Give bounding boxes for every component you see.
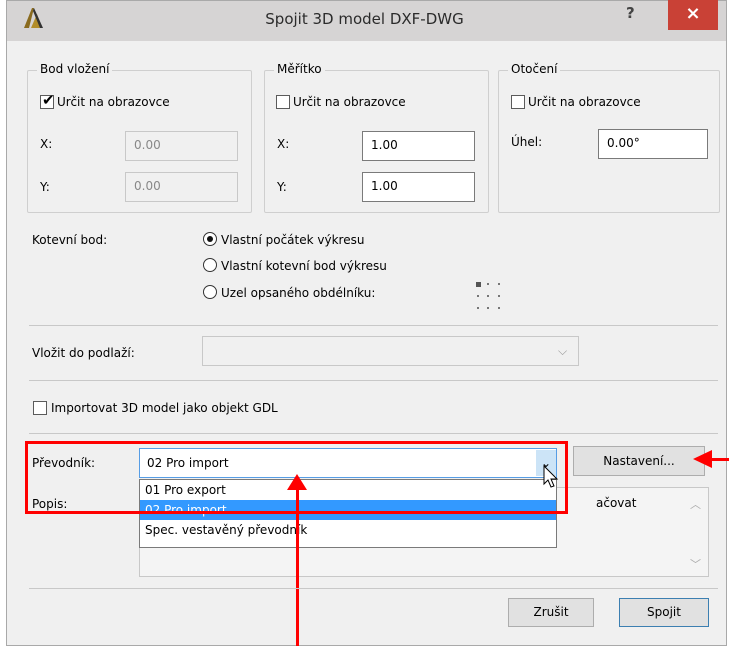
insertion-x-field[interactable]: 0.00 <box>125 131 238 161</box>
scale-checkbox-label[interactable]: Určit na obrazovce <box>293 95 406 109</box>
anchor-radio-origin[interactable] <box>203 232 217 246</box>
insertion-y-label: Y: <box>40 180 50 194</box>
separator <box>29 433 718 434</box>
separator <box>29 380 718 381</box>
scale-checkbox[interactable] <box>276 95 290 109</box>
insertion-point-checkbox-label[interactable]: Určit na obrazovce <box>57 95 170 109</box>
arrow-left-icon <box>693 450 712 468</box>
node-dot <box>498 295 500 297</box>
node-dot <box>487 283 489 285</box>
anchor-option-anchor-point[interactable]: Vlastní kotevní bod výkresu <box>221 259 387 273</box>
separator <box>29 588 718 589</box>
window-title: Spojit 3D model DXF-DWG <box>265 10 464 28</box>
anchor-option-bounding-node[interactable]: Uzel opsaného obdélníku: <box>221 286 375 300</box>
node-dot <box>487 307 489 309</box>
node-dot <box>477 307 479 309</box>
scale-legend: Měřítko <box>274 62 325 76</box>
anchor-label: Kotevní bod: <box>32 233 108 247</box>
merge-button[interactable]: Spojit <box>619 598 709 627</box>
close-button[interactable]: × <box>668 0 718 30</box>
insertion-y-field[interactable]: 0.00 <box>125 172 238 202</box>
scale-x-field[interactable]: 1.00 <box>362 131 475 161</box>
scroll-down-icon[interactable]: ﹀ <box>690 556 701 572</box>
anchor-radio-bounding-node[interactable] <box>203 285 217 299</box>
arrow-shaft-horizontal <box>712 458 729 461</box>
chevron-down-icon: ⌵ <box>558 344 568 358</box>
node-grid-icon[interactable] <box>474 279 504 315</box>
scroll-up-icon[interactable]: ︿ <box>690 496 701 512</box>
scale-y-field[interactable]: 1.00 <box>362 172 475 202</box>
floor-label: Vložit do podlaží: <box>32 346 135 360</box>
node-dot <box>498 283 500 285</box>
rotation-checkbox-label[interactable]: Určit na obrazovce <box>528 95 641 109</box>
converter-option-builtin[interactable]: Spec. vestavěný převodník <box>140 520 556 540</box>
rotation-legend: Otočení <box>508 62 561 76</box>
cancel-button[interactable]: Zrušit <box>508 598 594 627</box>
help-button[interactable]: ? <box>626 4 635 22</box>
rotation-angle-label: Úhel: <box>511 135 543 149</box>
scale-y-label: Y: <box>277 180 287 194</box>
separator <box>29 325 718 326</box>
radio-selected-dot <box>207 236 213 242</box>
checkmark-icon: ✔ <box>42 91 55 109</box>
scale-x-label: X: <box>277 137 290 151</box>
node-dot <box>476 282 481 287</box>
gdl-checkbox-label[interactable]: Importovat 3D model jako objekt GDL <box>51 401 278 415</box>
anchor-radio-anchor-point[interactable] <box>203 258 217 272</box>
arrow-shaft-vertical <box>296 488 299 646</box>
description-text: ačovat <box>596 496 637 510</box>
arrow-up-icon <box>287 474 307 490</box>
node-dot <box>487 295 489 297</box>
insertion-x-label: X: <box>40 137 53 151</box>
floor-select[interactable]: ⌵ <box>202 336 579 366</box>
gdl-checkbox[interactable] <box>33 401 47 415</box>
settings-button[interactable]: Nastavení... <box>573 446 705 476</box>
rotation-checkbox[interactable] <box>511 95 525 109</box>
rotation-angle-field[interactable]: 0.00° <box>598 129 708 159</box>
insertion-point-checkbox[interactable]: ✔ <box>40 91 55 109</box>
node-dot <box>498 307 500 309</box>
insertion-point-legend: Bod vložení <box>37 62 113 76</box>
node-dot <box>477 295 479 297</box>
anchor-option-origin[interactable]: Vlastní počátek výkresu <box>221 233 364 247</box>
